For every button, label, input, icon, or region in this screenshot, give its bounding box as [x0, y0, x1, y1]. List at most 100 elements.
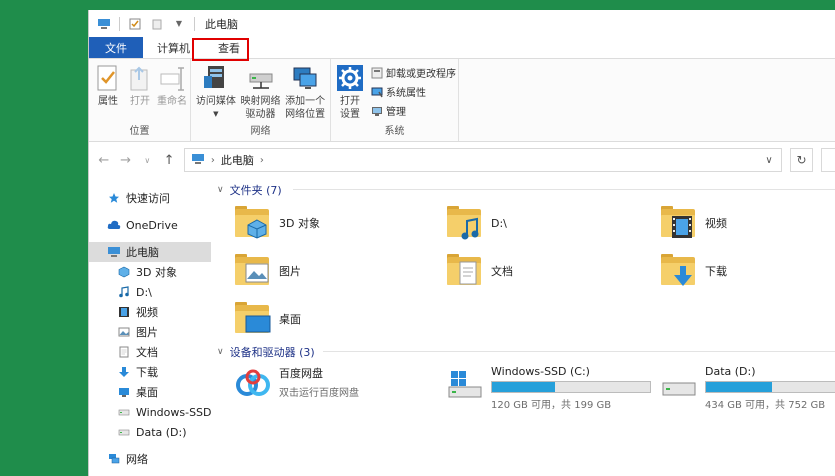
- 3d-objects-folder-icon: [233, 203, 273, 243]
- nav-item[interactable]: 网络: [89, 449, 211, 469]
- devices-section-header[interactable]: ∨ 设备和驱动器 (3): [217, 344, 315, 360]
- nav-item[interactable]: 文档: [89, 342, 211, 362]
- settings-gear-icon: [335, 63, 365, 93]
- folder-tile-desktop[interactable]: 桌面: [233, 296, 301, 342]
- open-settings-button[interactable]: 打开 设置: [335, 63, 365, 125]
- refresh-icon: ↻: [796, 153, 807, 167]
- nav-item[interactable]: Windows-SSD (C: [89, 402, 211, 422]
- video-icon: [117, 305, 131, 319]
- drive-icon: [659, 365, 699, 405]
- navigation-pane: 快速访问 OneDrive 此电脑 3D 对象 D:\ 视频图片文档下载 桌面 Windows…: [89, 180, 211, 476]
- access-media-button[interactable]: 访问媒体 ▼: [195, 63, 237, 125]
- nav-item[interactable]: 桌面: [89, 382, 211, 402]
- map-network-drive-label-1: 映射网络: [240, 96, 281, 107]
- search-input[interactable]: [821, 148, 835, 172]
- manage-button[interactable]: 管理: [371, 103, 456, 118]
- ribbon-group-label-location: 位置: [129, 126, 150, 137]
- ribbon-group-network: 访问媒体 ▼ 映射网络 驱动器 添加一个 网络位置 网络: [191, 59, 331, 141]
- chevron-right-icon[interactable]: ›: [211, 155, 215, 166]
- up-arrow-icon[interactable]: ↑: [162, 153, 176, 168]
- drive-c-item[interactable]: Windows-SSD (C:) 120 GB 可用，共 199 GB: [445, 365, 651, 411]
- folders-section-header[interactable]: ∨ 文件夹 (7): [217, 182, 282, 198]
- folder-label: 桌面: [279, 313, 301, 326]
- system-small-list: 卸载或更改程序 系统属性 管理: [371, 63, 456, 125]
- content-area: 快速访问 OneDrive 此电脑 3D 对象 D:\ 视频 图片 文档 下载 桌面 Windows…: [89, 180, 835, 476]
- folder-tile-pictures[interactable]: 图片: [233, 248, 301, 294]
- map-network-drive-button[interactable]: 映射网络 驱动器: [239, 63, 283, 125]
- drive-icon: [117, 425, 131, 439]
- quick-access-dropdown-icon[interactable]: ▼: [172, 17, 186, 31]
- properties-check-icon[interactable]: [128, 17, 142, 31]
- add-network-location-label-1: 添加一个: [285, 96, 326, 107]
- folder-tile-videos[interactable]: 视频: [659, 200, 727, 246]
- media-server-icon: [201, 63, 231, 93]
- folder-label: 视频: [705, 217, 727, 230]
- desktop-folder-icon: [233, 299, 273, 339]
- nav-item[interactable]: D:\: [89, 282, 211, 302]
- chevron-down-icon: ∨: [217, 185, 224, 195]
- properties-button[interactable]: 属性: [93, 63, 123, 125]
- properties-label: 属性: [98, 96, 118, 107]
- nav-item[interactable]: 快速访问: [89, 188, 211, 208]
- window-title: 此电脑: [205, 17, 238, 31]
- drive-name: Windows-SSD (C:): [491, 365, 590, 378]
- folder-tile-downloads[interactable]: 下载: [659, 248, 727, 294]
- open-icon: [125, 63, 155, 93]
- uninstall-programs-button[interactable]: 卸载或更改程序: [371, 65, 456, 80]
- nav-item[interactable]: Data (D:): [89, 422, 211, 442]
- nav-item[interactable]: OneDrive: [89, 215, 211, 235]
- back-arrow-icon[interactable]: ←: [97, 153, 111, 168]
- nav-item[interactable]: 此电脑: [89, 242, 211, 262]
- rename-button[interactable]: 重命名: [157, 63, 187, 125]
- manage-label: 管理: [386, 107, 406, 118]
- system-properties-button[interactable]: 系统属性: [371, 84, 456, 99]
- recent-locations-icon[interactable]: ∨: [140, 156, 154, 165]
- network-icon: [107, 452, 121, 466]
- folder-label: 3D 对象: [279, 217, 320, 230]
- folder-tile-d-music[interactable]: D:\: [445, 200, 507, 246]
- dropdown-arrow-icon: ▼: [213, 110, 219, 118]
- folder-label: 文档: [491, 265, 513, 278]
- folder-tile-3d-objects[interactable]: 3D 对象: [233, 200, 320, 246]
- add-network-location-button[interactable]: 添加一个 网络位置: [284, 63, 326, 125]
- system-properties-label: 系统属性: [386, 88, 426, 99]
- nav-item[interactable]: 图片: [89, 322, 211, 342]
- drive-d-item[interactable]: Data (D:) 434 GB 可用，共 752 GB: [659, 365, 835, 411]
- chevron-down-icon[interactable]: ∨: [765, 155, 772, 166]
- nav-item-label: 快速访问: [126, 192, 170, 205]
- folder-label: D:\: [491, 216, 507, 230]
- open-button[interactable]: 打开: [125, 63, 155, 125]
- new-folder-icon[interactable]: [150, 17, 164, 31]
- refresh-button[interactable]: ↻: [789, 148, 814, 172]
- open-label: 打开: [130, 96, 150, 107]
- drive-usage-bar: [491, 381, 651, 393]
- baidu-netdisk-name: 百度网盘: [279, 367, 323, 380]
- nav-item[interactable]: 下载: [89, 362, 211, 382]
- desktop-background-left: [0, 0, 88, 476]
- nav-item[interactable]: 3D 对象: [89, 262, 211, 282]
- rename-label: 重命名: [157, 96, 187, 107]
- forward-arrow-icon[interactable]: →: [119, 153, 133, 168]
- title-bar: ▼ 此电脑: [89, 10, 835, 37]
- ribbon-group-label-network: 网络: [250, 126, 271, 137]
- cube-icon: [117, 265, 131, 279]
- star-icon: [107, 191, 121, 205]
- nav-item-label: 文档: [136, 346, 158, 359]
- nav-item-label: D:\: [136, 285, 152, 299]
- address-path[interactable]: 此电脑: [221, 152, 254, 168]
- chevron-right-icon[interactable]: ›: [260, 155, 264, 166]
- folder-label: 下载: [705, 265, 727, 278]
- computer-icon[interactable]: [97, 17, 111, 31]
- ribbon-tab-bar: 文件 计算机 查看: [89, 37, 835, 61]
- properties-icon: [93, 63, 123, 93]
- nav-item-label: Windows-SSD (C: [136, 405, 211, 419]
- tab-file[interactable]: 文件: [89, 37, 143, 58]
- nav-item[interactable]: 视频: [89, 302, 211, 322]
- nav-item-label: 视频: [136, 306, 158, 319]
- ribbon-group-location: 属性 打开 重命名 位置: [89, 59, 191, 141]
- address-bar[interactable]: › 此电脑 › ∨: [183, 148, 782, 172]
- baidu-netdisk-item[interactable]: 百度网盘 双击运行百度网盘: [233, 365, 359, 411]
- folder-tile-documents[interactable]: 文档: [445, 248, 513, 294]
- uninstall-icon: [371, 67, 383, 79]
- ribbon-group-system: 打开 设置 卸载或更改程序 系统属性 管理 系统: [331, 59, 459, 141]
